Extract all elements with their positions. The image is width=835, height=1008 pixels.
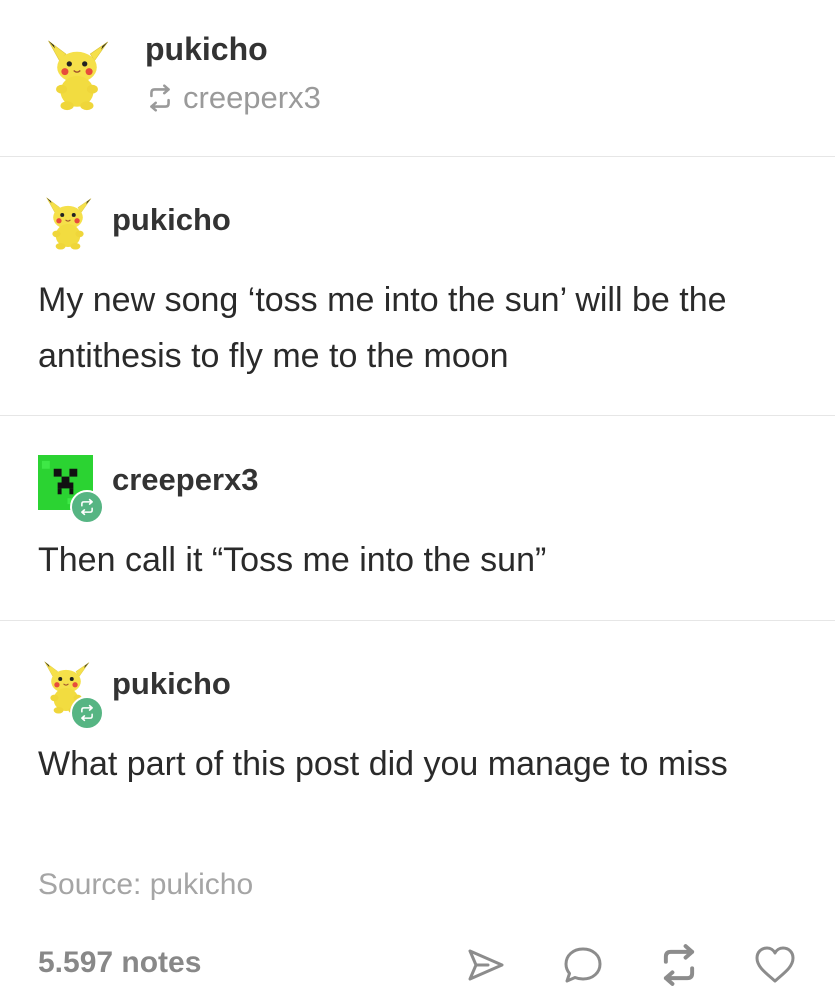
pikachu-plush-avatar[interactable] xyxy=(42,196,94,252)
divider xyxy=(0,415,835,416)
post-text: My new song ‘toss me into the sun’ will … xyxy=(38,281,727,375)
post-text: What part of this post did you manage to… xyxy=(38,745,728,783)
pikachu-plush-avatar[interactable] xyxy=(44,38,110,114)
post-text: Then call it “Toss me into the sun” xyxy=(38,541,547,579)
post-username[interactable]: pukicho xyxy=(112,666,231,702)
share-icon[interactable] xyxy=(462,942,508,988)
reblogged-from[interactable]: creeperx3 xyxy=(145,80,321,116)
reblog-icon xyxy=(81,498,93,516)
divider xyxy=(0,620,835,621)
reblog-icon xyxy=(81,704,93,722)
like-icon[interactable] xyxy=(752,942,798,988)
reblog-badge xyxy=(70,696,104,730)
reblog-icon[interactable] xyxy=(656,942,702,988)
reblogged-from-username: creeperx3 xyxy=(183,80,321,115)
post-username[interactable]: pukicho xyxy=(112,202,231,238)
reply-icon[interactable] xyxy=(560,942,606,988)
source-link[interactable]: Source: pukicho xyxy=(38,868,253,902)
header-username[interactable]: pukicho xyxy=(145,31,268,68)
notes-count[interactable]: 5.597 notes xyxy=(38,946,201,980)
reblog-badge xyxy=(70,490,104,524)
reblog-icon xyxy=(150,84,170,112)
divider xyxy=(0,156,835,157)
post-username[interactable]: creeperx3 xyxy=(112,462,259,498)
